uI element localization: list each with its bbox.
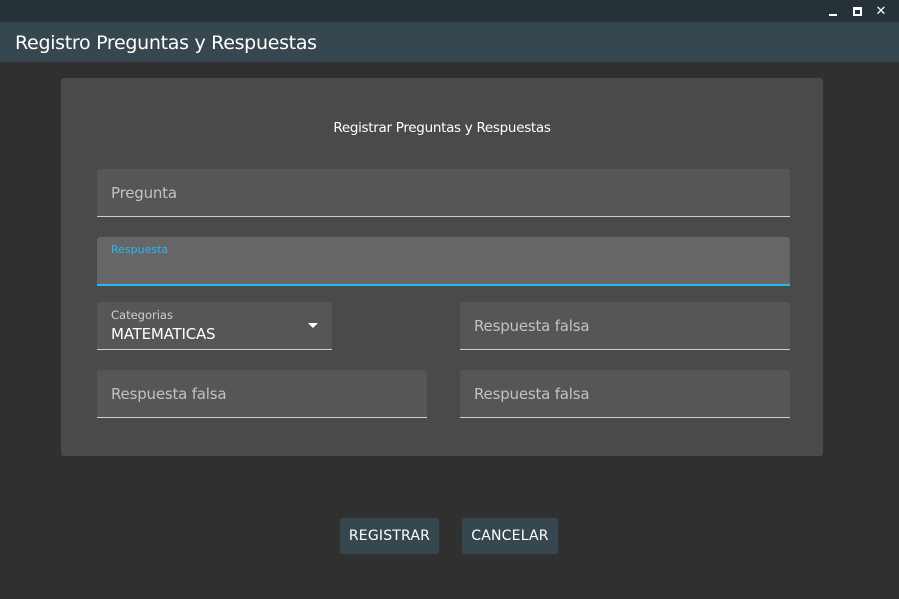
window-titlebar: ✕ [0, 0, 899, 22]
form-card: Registrar Preguntas y Respuestas Pregunt… [61, 78, 823, 456]
respuesta-label: Respuesta [111, 243, 169, 256]
respuesta-falsa-field-3[interactable]: Respuesta falsa [460, 370, 790, 418]
app-title: Registro Preguntas y Respuestas [15, 32, 317, 54]
respuesta-falsa-placeholder: Respuesta falsa [474, 385, 590, 403]
chevron-down-icon [308, 323, 318, 328]
categorias-value: MATEMATICAS [111, 325, 216, 343]
minimize-icon[interactable] [821, 2, 845, 20]
maximize-icon[interactable] [845, 2, 869, 20]
respuesta-falsa-field-1[interactable]: Respuesta falsa [460, 302, 790, 350]
app-bar: Registro Preguntas y Respuestas [0, 22, 899, 62]
register-button[interactable]: REGISTRAR [340, 518, 439, 554]
pregunta-placeholder: Pregunta [111, 184, 177, 202]
respuesta-falsa-placeholder: Respuesta falsa [474, 317, 590, 335]
form-heading: Registrar Preguntas y Respuestas [333, 120, 551, 136]
respuesta-falsa-field-2[interactable]: Respuesta falsa [97, 370, 427, 418]
respuesta-falsa-placeholder: Respuesta falsa [111, 385, 227, 403]
respuesta-field[interactable]: Respuesta [97, 237, 790, 286]
close-icon[interactable]: ✕ [869, 2, 893, 20]
window-controls: ✕ [821, 2, 893, 20]
categorias-label: Categorias [111, 308, 173, 322]
pregunta-field[interactable]: Pregunta [97, 169, 790, 217]
categorias-select[interactable]: Categorias MATEMATICAS [97, 302, 332, 350]
cancel-button[interactable]: CANCELAR [462, 518, 558, 554]
